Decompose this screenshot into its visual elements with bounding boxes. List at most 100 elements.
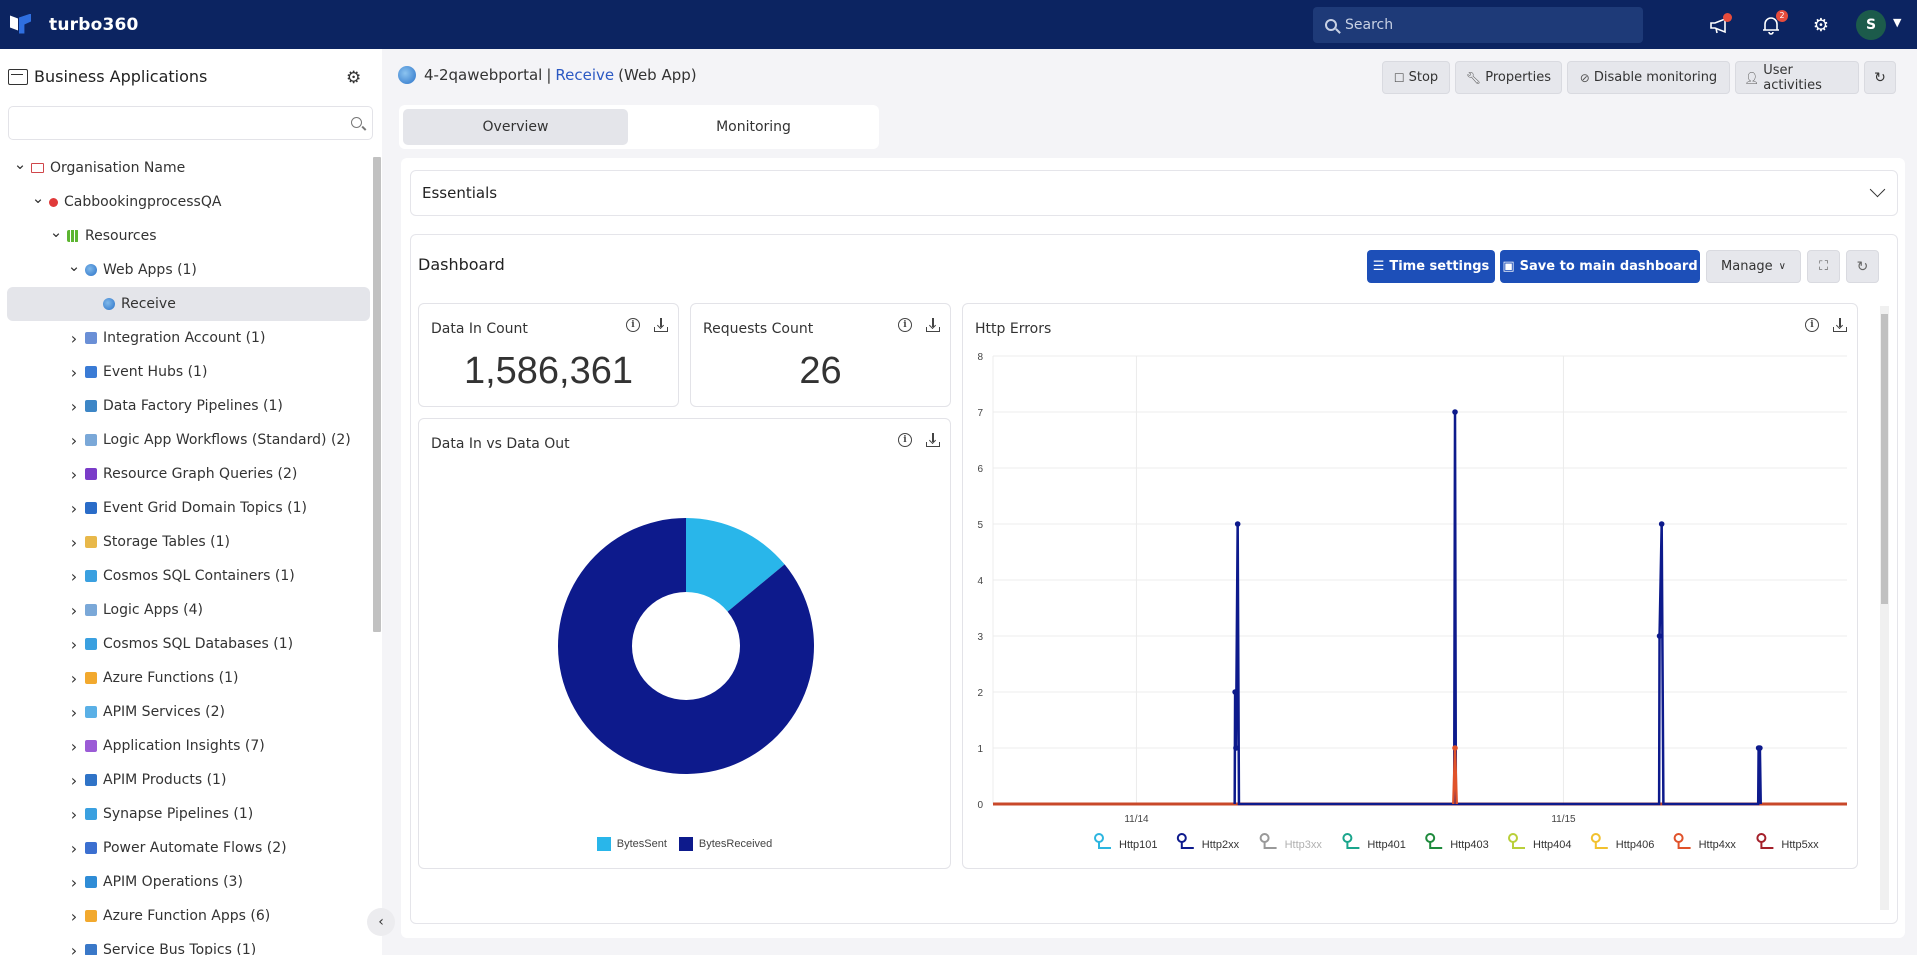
properties-button[interactable]: 🔧︎ Properties — [1455, 61, 1562, 94]
refresh-dashboard-button[interactable]: ↻ — [1846, 250, 1879, 283]
chevron-right-icon[interactable]: › — [67, 771, 81, 790]
chevron-right-icon[interactable]: › — [67, 465, 81, 484]
announcements-button[interactable] — [1707, 12, 1733, 38]
chevron-right-icon[interactable]: › — [67, 907, 81, 926]
notifications-button[interactable]: 2 — [1758, 10, 1788, 38]
legend-item-http5xx[interactable]: Http5xx — [1756, 833, 1819, 851]
user-avatar[interactable]: S — [1856, 10, 1886, 40]
tree-item[interactable]: › Service Bus Topics (1) — [0, 933, 256, 955]
legend-item-http404[interactable]: Http404 — [1508, 833, 1572, 851]
info-icon[interactable]: i — [898, 318, 912, 332]
collapse-sidebar-button[interactable]: ‹ — [367, 908, 395, 936]
global-search-input[interactable]: Search — [1313, 7, 1643, 43]
tree-item[interactable]: ⌄ CabbookingprocessQA — [0, 185, 222, 219]
chevron-right-icon[interactable]: › — [67, 567, 81, 586]
series-line-http2xx[interactable] — [1233, 411, 1762, 806]
settings-button[interactable]: ⚙ — [1808, 12, 1834, 38]
download-icon[interactable] — [654, 318, 668, 332]
chevron-down-icon[interactable]: ⌄ — [13, 155, 27, 173]
chevron-right-icon[interactable]: › — [67, 499, 81, 518]
tree-item[interactable]: › APIM Products (1) — [0, 763, 227, 797]
data-point-http2xx[interactable] — [1658, 521, 1665, 527]
data-point-http4xx[interactable] — [1452, 745, 1458, 751]
tree-item[interactable]: ⌄ Resources — [0, 219, 157, 253]
tree-item[interactable]: › APIM Services (2) — [0, 695, 225, 729]
chevron-right-icon[interactable]: › — [67, 533, 81, 552]
chevron-right-icon[interactable]: › — [67, 431, 81, 450]
sidebar-scrollbar[interactable] — [373, 157, 381, 632]
tree-item[interactable]: › Data Factory Pipelines (1) — [0, 389, 283, 423]
tree-item[interactable]: › Logic Apps (4) — [0, 593, 203, 627]
scrollbar-thumb[interactable] — [1881, 314, 1888, 604]
tree-item[interactable]: › Integration Account (1) — [0, 321, 266, 355]
tree-item[interactable]: › Event Grid Domain Topics (1) — [0, 491, 307, 525]
chevron-right-icon[interactable]: › — [67, 805, 81, 824]
chevron-down-icon[interactable]: ⌄ — [49, 223, 63, 241]
tree-item[interactable]: › Cosmos SQL Containers (1) — [0, 559, 295, 593]
chevron-right-icon[interactable]: › — [67, 329, 81, 348]
tree-item[interactable]: Receive — [7, 287, 370, 321]
chevron-right-icon[interactable]: › — [67, 737, 81, 756]
legend-item[interactable]: BytesReceived — [678, 837, 772, 851]
tree-item[interactable]: › Synapse Pipelines (1) — [0, 797, 253, 831]
tree-item[interactable]: ⌄ Organisation Name — [0, 151, 186, 185]
tab-overview[interactable]: Overview — [403, 109, 628, 145]
save-to-main-dashboard-button[interactable]: ▣ Save to main dashboard — [1500, 250, 1700, 283]
legend-item-http3xx[interactable]: Http3xx — [1259, 833, 1323, 851]
data-point-http2xx[interactable] — [1234, 521, 1241, 527]
dashboard-scrollbar[interactable] — [1880, 306, 1889, 910]
chevron-right-icon[interactable]: › — [67, 669, 81, 688]
sidebar-settings-gear-icon[interactable]: ⚙ — [346, 68, 361, 88]
chevron-down-icon[interactable]: ⌄ — [31, 189, 45, 207]
tree-item[interactable]: ⌄ Web Apps (1) — [0, 253, 197, 287]
chevron-right-icon[interactable]: › — [67, 397, 81, 416]
tree-item[interactable]: › Azure Function Apps (6) — [0, 899, 270, 933]
user-activities-button[interactable]: 👤︎ User activities — [1735, 61, 1859, 94]
disable-monitoring-button[interactable]: ⊘ Disable monitoring — [1567, 61, 1730, 94]
tree-item[interactable]: › Event Hubs (1) — [0, 355, 208, 389]
fullscreen-button[interactable]: ⛶ — [1807, 250, 1840, 283]
breadcrumb-resource-name[interactable]: Receive — [555, 66, 614, 84]
data-point-http2xx[interactable] — [1233, 745, 1239, 751]
app-logo[interactable]: turbo360 — [10, 13, 139, 36]
tab-monitoring[interactable]: Monitoring — [632, 109, 875, 145]
manage-dropdown[interactable]: Manage ∨ — [1706, 250, 1801, 283]
data-point-http2xx[interactable] — [1656, 633, 1663, 639]
legend-item-http406[interactable]: Http406 — [1590, 833, 1655, 851]
data-point-http2xx[interactable] — [1452, 409, 1458, 415]
chevron-right-icon[interactable]: › — [67, 363, 81, 382]
chevron-right-icon[interactable]: › — [67, 839, 81, 858]
tree-item[interactable]: › Storage Tables (1) — [0, 525, 230, 559]
legend-item-http401[interactable]: Http401 — [1342, 833, 1406, 851]
download-icon[interactable] — [926, 318, 940, 332]
chevron-right-icon[interactable]: › — [67, 941, 81, 955]
chevron-right-icon[interactable]: › — [67, 873, 81, 892]
legend-item-http101[interactable]: Http101 — [1094, 833, 1158, 851]
sidebar-search-input[interactable] — [8, 106, 373, 140]
chevron-down-icon[interactable]: ▼ — [1893, 16, 1901, 29]
chevron-down-icon: ∨ — [1778, 261, 1786, 272]
essentials-section-toggle[interactable]: Essentials — [410, 170, 1898, 216]
legend-item-http4xx[interactable]: Http4xx — [1673, 833, 1737, 851]
info-icon[interactable]: i — [626, 318, 640, 332]
data-point-http2xx[interactable] — [1757, 745, 1763, 751]
legend-item-http2xx[interactable]: Http2xx — [1176, 833, 1240, 851]
breadcrumb-resource-group[interactable]: 4-2qawebportal — [424, 66, 542, 84]
time-settings-button[interactable]: ☰ Time settings — [1367, 250, 1495, 283]
legend-item[interactable]: BytesSent — [596, 837, 667, 851]
tree-item[interactable]: › Resource Graph Queries (2) — [0, 457, 298, 491]
tree-item[interactable]: › APIM Operations (3) — [0, 865, 243, 899]
tree-item[interactable]: › Application Insights (7) — [0, 729, 265, 763]
chevron-down-icon[interactable]: ⌄ — [67, 257, 81, 275]
tree-item[interactable]: › Cosmos SQL Databases (1) — [0, 627, 293, 661]
stop-button[interactable]: ☐ Stop — [1382, 61, 1450, 94]
tree-item[interactable]: › Azure Functions (1) — [0, 661, 239, 695]
tree-item[interactable]: › Logic App Workflows (Standard) (2) — [0, 423, 351, 457]
data-point-http2xx[interactable] — [1232, 689, 1238, 695]
chevron-right-icon[interactable]: › — [67, 635, 81, 654]
refresh-page-button[interactable]: ↻ — [1864, 61, 1896, 94]
tree-item[interactable]: › Power Automate Flows (2) — [0, 831, 287, 865]
legend-item-http403[interactable]: Http403 — [1425, 833, 1489, 851]
chevron-right-icon[interactable]: › — [67, 703, 81, 722]
chevron-right-icon[interactable]: › — [67, 601, 81, 620]
